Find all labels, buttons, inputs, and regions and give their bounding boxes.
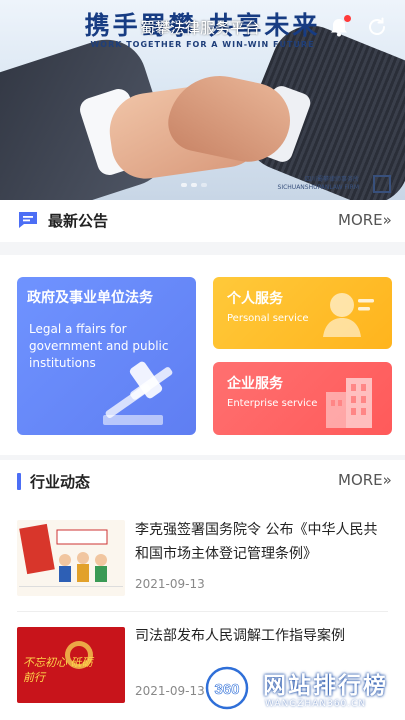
firm-name-en: SICHUANSHUPANLAW FIRM [277, 184, 359, 191]
gov-service-card[interactable]: 政府及事业单位法务 Legal a ffairs for government … [17, 277, 196, 435]
carousel-dot[interactable] [191, 183, 197, 187]
more-link[interactable]: MORE» [338, 471, 392, 489]
carousel-dot[interactable] [181, 183, 187, 187]
banner-subtitle: WORK TOGETHER FOR A WIN-WIN FUTURE [90, 40, 315, 49]
news-date: 2021-09-13 [135, 684, 205, 698]
enterprise-service-card[interactable]: 企业服务 Enterprise service [213, 362, 392, 435]
message-icon [19, 212, 37, 228]
news-thumbnail [17, 520, 125, 596]
building-icon [326, 378, 372, 428]
more-link[interactable]: MORE» [338, 211, 392, 229]
carousel-dot[interactable] [201, 183, 207, 187]
360-logo-icon: 360 [204, 665, 250, 711]
cartoon-illustration [19, 523, 123, 587]
news-headline: 司法部发布人民调解工作指导案例 [135, 628, 345, 644]
firm-name-cn: 四川蜀攀律师事务所 [304, 176, 359, 183]
news-thumbnail: 不忘初心 砥砺前行 [17, 627, 125, 703]
section-accent-bar [17, 473, 21, 490]
personal-service-card[interactable]: 个人服务 Personal service [213, 277, 392, 349]
watermark-logo-text: 360 [214, 681, 239, 698]
card-title: 政府及事业单位法务 [27, 290, 153, 306]
watermark-text: 网站排行榜 [263, 673, 388, 699]
site-watermark: 360 网站排行榜 WANGZHAN360.CN [203, 662, 403, 717]
person-icon [323, 293, 374, 337]
section-title: 行业动态 [30, 473, 91, 491]
service-cards: 政府及事业单位法务 Legal a ffairs for government … [0, 255, 405, 455]
section-title: 最新公告 [48, 212, 109, 230]
card-description: Personal service [227, 313, 309, 324]
news-date: 2021-09-13 [135, 577, 205, 591]
refresh-icon[interactable] [366, 16, 388, 38]
card-title: 企业服务 [227, 376, 283, 392]
firm-name: 四川蜀攀律师事务所 SICHUANSHUPANLAW FIRM [278, 176, 359, 192]
industry-news-header: 行业动态 MORE» [0, 460, 405, 502]
news-item[interactable]: 李克强签署国务院令 公布《中华人民共和国市场主体登记管理条例》 2021-09-… [0, 502, 405, 612]
card-title: 个人服务 [227, 291, 283, 307]
news-headline: 李克强签署国务院令 公布《中华人民共和国市场主体登记管理条例》 [135, 522, 378, 562]
app-title: 蜀攀法律服务平台 [140, 19, 261, 37]
watermark-url: WANGZHAN360.CN [265, 699, 367, 709]
firm-logo [373, 175, 391, 193]
gavel-icon [103, 361, 173, 425]
thumbnail-caption: 不忘初心 砥砺前行 [23, 656, 93, 684]
latest-notices-header: 最新公告 MORE» [0, 200, 405, 242]
card-description: Enterprise service [227, 398, 318, 409]
notification-dot [344, 15, 351, 22]
